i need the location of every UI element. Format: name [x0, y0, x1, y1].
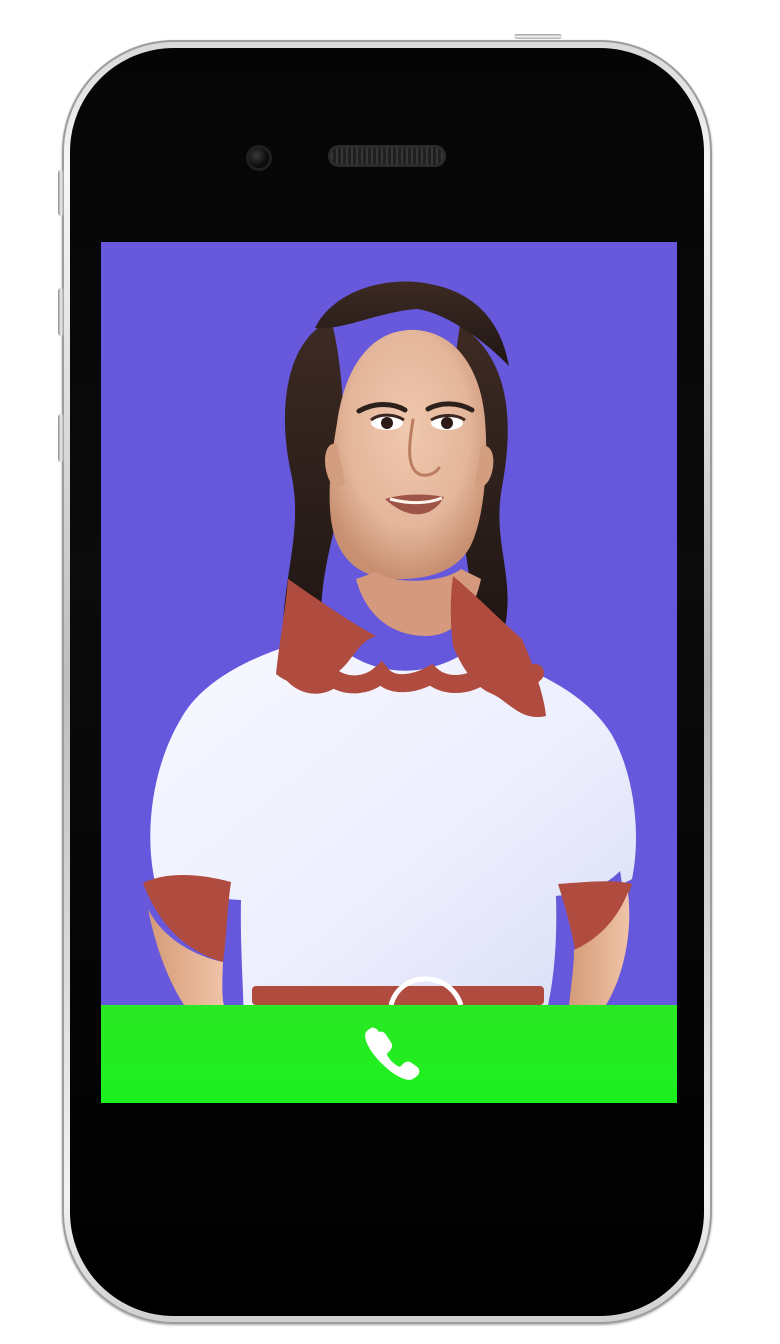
- front-camera-icon: [246, 145, 272, 171]
- caller-portrait: [101, 242, 677, 1103]
- page: [0, 0, 780, 1344]
- earpiece-speaker: [328, 145, 446, 167]
- phone-icon: [365, 1027, 420, 1080]
- volume-up-button: [58, 288, 64, 336]
- answer-call-button[interactable]: [101, 1005, 677, 1103]
- silent-switch: [58, 170, 64, 216]
- power-button: [514, 34, 562, 39]
- incoming-call-screen: [101, 242, 677, 1103]
- volume-down-button: [58, 414, 64, 462]
